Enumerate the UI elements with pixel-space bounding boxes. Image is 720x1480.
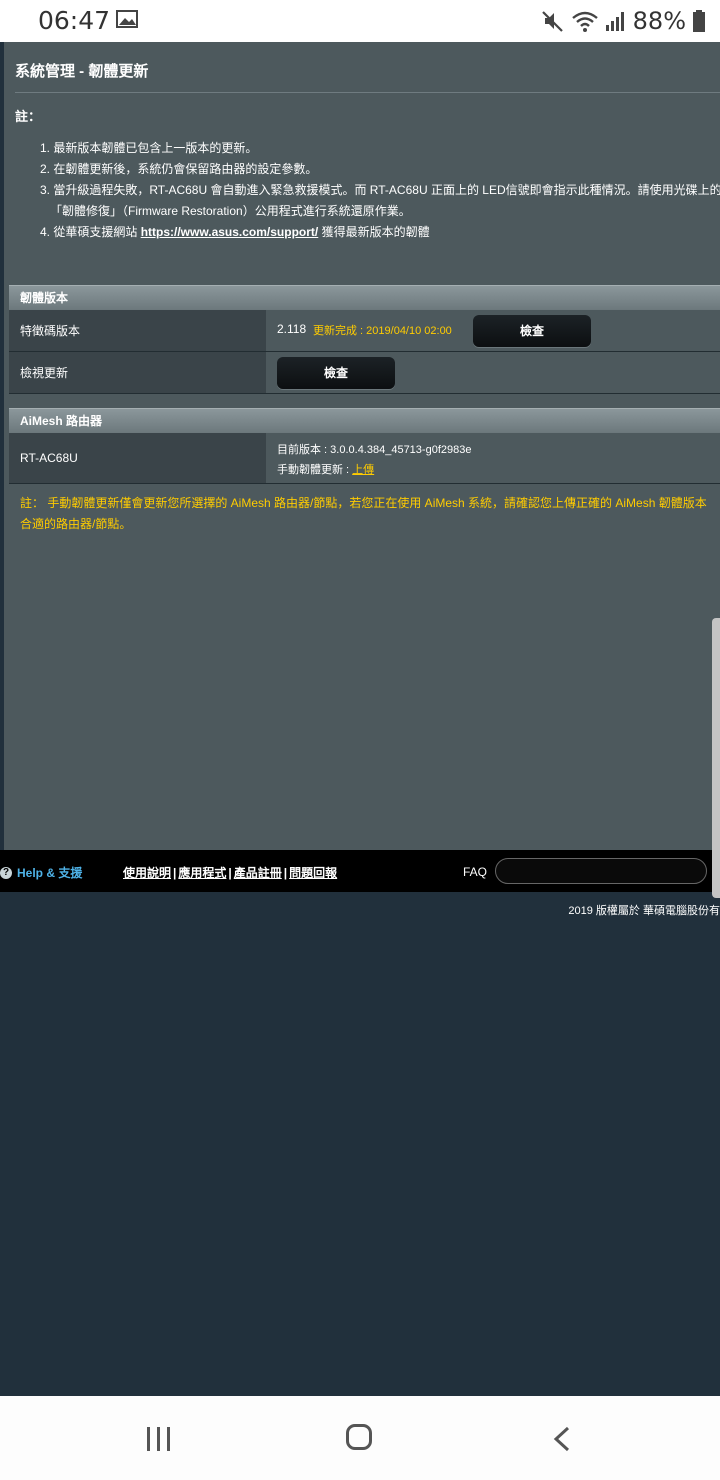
title-divider	[15, 92, 720, 93]
check-update-label: 檢視更新	[9, 352, 266, 393]
signature-value-cell: 2.118 更新完成 : 2019/04/10 02:00 檢查	[266, 310, 720, 351]
question-icon: ?	[0, 866, 12, 879]
aimesh-section-header: AiMesh 路由器	[9, 408, 720, 433]
feedback-link[interactable]: 問題回報	[289, 866, 337, 880]
footer-links: 使用說明 | 應用程式 | 產品註冊 | 問題回報	[123, 866, 338, 880]
scroll-handle[interactable]	[712, 618, 720, 898]
page-footer: ? Help & 支援 使用說明 | 應用程式 | 產品註冊 | 問題回報 FAQ	[0, 850, 720, 892]
page-title: 系統管理 - 韌體更新	[15, 63, 149, 80]
check-update-value-cell: 檢查	[266, 352, 720, 393]
gallery-icon	[116, 10, 138, 28]
faq-label: FAQ	[463, 865, 488, 879]
note-item: 3. 當升級過程失敗，RT-AC68U 會自動進入緊急救援模式。而 RT-AC6…	[40, 183, 720, 197]
battery-icon	[693, 10, 705, 32]
registration-link[interactable]: 產品註冊	[234, 866, 282, 880]
mute-icon	[541, 11, 563, 32]
aimesh-note-line: 註： 手動韌體更新僅會更新您所選擇的 AiMesh 路由器/節點，若您正在使用 …	[20, 496, 707, 510]
help-support[interactable]: ? Help & 支援	[0, 864, 82, 881]
battery-percent: 88%	[632, 7, 686, 35]
aimesh-router-row: RT-AC68U 目前版本 : 3.0.0.4.384_45713-g0f298…	[9, 433, 720, 484]
wifi-icon	[571, 11, 598, 32]
status-icons: 88%	[541, 5, 706, 37]
status-bar: 06:47 88%	[0, 0, 720, 42]
note4-suffix: 獲得最新版本的韌體	[318, 225, 430, 239]
notes-list: 1. 最新版本韌體已包含上一版本的更新。 2. 在韌體更新後，系統仍會保留路由器…	[40, 138, 720, 243]
firmware-section-header: 韌體版本	[9, 285, 720, 310]
note-label: 註：	[15, 109, 42, 124]
manual-link[interactable]: 使用說明	[123, 866, 171, 880]
help-label: Help & 支援	[17, 866, 83, 880]
note4-prefix: 4. 從華碩支援網站	[40, 225, 141, 239]
back-icon[interactable]	[552, 1426, 572, 1452]
firmware-check-button[interactable]: 檢查	[277, 357, 395, 389]
check-update-row: 檢視更新 檢查	[9, 352, 720, 394]
note-item: 2. 在韌體更新後，系統仍會保留路由器的設定參數。	[40, 162, 318, 176]
home-icon[interactable]	[346, 1424, 372, 1450]
copyright: 2019 版權屬於 華碩電腦股份有	[568, 905, 720, 917]
note-item: 4. 從華碩支援網站 https://www.asus.com/support/…	[40, 222, 720, 243]
navigation-bar	[0, 1396, 720, 1480]
utility-link[interactable]: 應用程式	[178, 866, 226, 880]
aimesh-router-label: RT-AC68U	[9, 433, 266, 483]
note-item: 1. 最新版本韌體已包含上一版本的更新。	[40, 141, 258, 155]
aimesh-note-line: 合適的路由器/節點。	[20, 517, 132, 531]
current-version: 目前版本 : 3.0.0.4.384_45713-g0f2983e	[277, 444, 472, 456]
recent-apps-icon[interactable]	[146, 1427, 172, 1451]
manual-update-line: 手動韌體更新 : 上傳	[277, 461, 374, 477]
signature-version: 2.118	[277, 322, 307, 336]
faq-search-input[interactable]	[495, 858, 707, 884]
upload-link[interactable]: 上傳	[352, 464, 374, 476]
note-item: 「韌體修復」（Firmware Restoration）公用程式進行系統還原作業…	[50, 204, 411, 218]
signature-check-button[interactable]: 檢查	[473, 315, 591, 347]
aimesh-note: 註： 手動韌體更新僅會更新您所選擇的 AiMesh 路由器/節點，若您正在使用 …	[20, 493, 720, 535]
router-page: 系統管理 - 韌體更新 註： 1. 最新版本韌體已包含上一版本的更新。 2. 在…	[4, 42, 720, 850]
signature-row: 特徵碼版本 2.118 更新完成 : 2019/04/10 02:00 檢查	[9, 310, 720, 352]
signature-status: 更新完成 : 2019/04/10 02:00	[313, 325, 452, 337]
signal-icon	[605, 12, 624, 31]
manual-update-label: 手動韌體更新 :	[277, 464, 353, 476]
status-time: 06:47	[38, 6, 111, 35]
signature-label: 特徵碼版本	[9, 310, 266, 351]
asus-support-link[interactable]: https://www.asus.com/support/	[141, 225, 319, 239]
aimesh-router-value-cell: 目前版本 : 3.0.0.4.384_45713-g0f2983e 手動韌體更新…	[266, 433, 720, 483]
